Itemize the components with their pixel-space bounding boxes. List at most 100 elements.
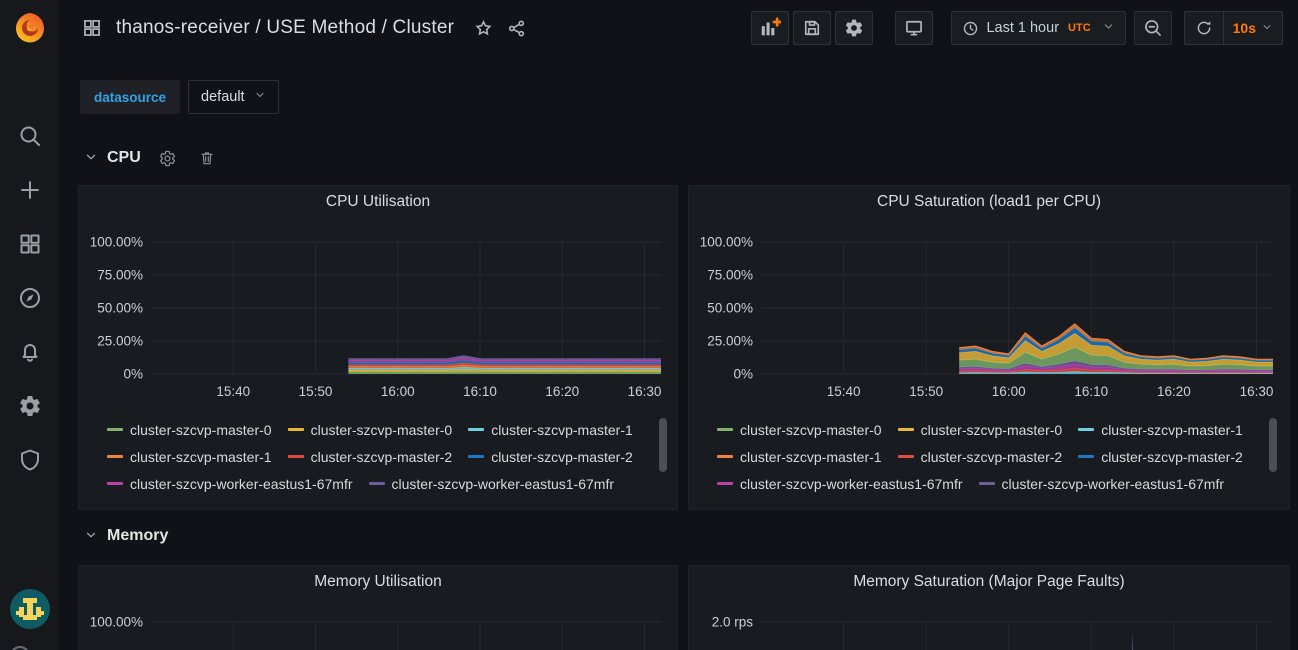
dashboards-icon[interactable]: [18, 232, 42, 256]
panel-memory-saturation: Memory Saturation (Major Page Faults) 0 …: [688, 565, 1290, 650]
explore-compass-icon[interactable]: [18, 286, 42, 310]
server-admin-shield-icon[interactable]: [18, 448, 42, 472]
share-icon[interactable]: [507, 19, 526, 38]
legend-item[interactable]: cluster-szcvp-master-1: [468, 422, 633, 438]
series-color-dash: [717, 428, 733, 431]
legend: cluster-szcvp-master-0 cluster-szcvp-mast…: [717, 416, 1265, 497]
dashboard-settings-button[interactable]: [835, 11, 873, 45]
submenu: datasource default: [80, 80, 1298, 114]
x-axis-label: 15:40: [216, 384, 250, 399]
panel-title[interactable]: Memory Saturation (Major Page Faults): [689, 573, 1289, 591]
legend-row: cluster-szcvp-worker-eastus1-67mfr cluste…: [717, 470, 1265, 497]
legend-item[interactable]: cluster-szcvp-master-0: [107, 422, 272, 438]
x-axis-label: 15:50: [299, 384, 333, 399]
y-axis-label: 75.00%: [97, 268, 143, 283]
x-axis-label: 15:50: [909, 384, 943, 399]
legend-item[interactable]: cluster-szcvp-worker-eastus1-67mfr: [107, 476, 353, 492]
legend-item[interactable]: cluster-szcvp-master-1: [107, 449, 272, 465]
panel-cpu-utilisation: CPU Utilisation 0%25.00%50.00%75.00%100.…: [78, 185, 678, 510]
series-color-dash: [107, 455, 123, 458]
x-axis-label: 16:20: [545, 384, 579, 399]
legend-item[interactable]: cluster-szcvp-master-2: [468, 449, 633, 465]
refresh-interval-dropdown[interactable]: 10s: [1224, 20, 1282, 36]
series-color-dash: [107, 428, 123, 431]
section-header-cpu: CPU: [84, 144, 1298, 172]
x-axis-label: 16:00: [992, 384, 1026, 399]
add-panel-button[interactable]: [751, 11, 789, 45]
chevron-down-icon[interactable]: [84, 528, 98, 545]
legend-row: cluster-szcvp-master-1 cluster-szcvp-mast…: [107, 443, 655, 470]
chevron-down-icon: [254, 89, 266, 105]
time-range-picker[interactable]: Last 1 hour UTC: [951, 11, 1125, 45]
legend-item[interactable]: cluster-szcvp-master-1: [1078, 422, 1243, 438]
refresh-button[interactable]: [1185, 12, 1223, 44]
legend-item[interactable]: cluster-szcvp-master-0: [717, 422, 882, 438]
zoom-out-time-button[interactable]: [1134, 11, 1172, 45]
row-delete-trash-icon[interactable]: [199, 150, 215, 166]
variable-datasource-dropdown[interactable]: default: [188, 80, 279, 114]
x-axis-label: 16:00: [381, 384, 415, 399]
x-axis-label: 16:10: [463, 384, 497, 399]
legend-item[interactable]: cluster-szcvp-master-0: [898, 422, 1063, 438]
y-axis-label: 100.00%: [90, 615, 143, 630]
save-dashboard-button[interactable]: [793, 11, 831, 45]
legend-scrollbar[interactable]: [1269, 418, 1277, 472]
dashboard-header: thanos-receiver / USE Method / Cluster: [60, 0, 1298, 56]
legend-item[interactable]: cluster-szcvp-master-2: [288, 449, 453, 465]
legend-item[interactable]: cluster-szcvp-worker-eastus1-67mfr: [717, 476, 963, 492]
clock-icon: [962, 20, 979, 37]
panel-memory-utilisation: Memory Utilisation 0%25.00%50.00%75.00%1…: [78, 565, 678, 650]
section-title-memory[interactable]: Memory: [107, 527, 168, 545]
series-color-dash: [1078, 428, 1094, 431]
legend-item[interactable]: cluster-szcvp-master-2: [1078, 449, 1243, 465]
row-settings-gear-icon[interactable]: [159, 150, 176, 167]
alerting-bell-icon[interactable]: [18, 340, 42, 364]
y-axis-label: 100.00%: [90, 235, 143, 250]
panel-title[interactable]: CPU Saturation (load1 per CPU): [689, 193, 1289, 211]
series-color-dash: [898, 455, 914, 458]
page-title: thanos-receiver / USE Method / Cluster: [116, 17, 454, 39]
configuration-gear-icon[interactable]: [18, 394, 42, 418]
x-axis-label: 16:20: [1157, 384, 1191, 399]
user-avatar[interactable]: [10, 589, 50, 632]
x-axis-label: 16:30: [628, 384, 662, 399]
series-area: [348, 356, 661, 361]
main-content: thanos-receiver / USE Method / Cluster: [60, 0, 1298, 650]
search-icon[interactable]: [18, 124, 42, 148]
panel-title[interactable]: Memory Utilisation: [79, 573, 677, 591]
legend-item[interactable]: cluster-szcvp-worker-eastus1-67mfr: [979, 476, 1225, 492]
y-axis-label: 25.00%: [707, 334, 753, 349]
chevron-down-icon: [1261, 20, 1273, 36]
y-axis-label: 25.00%: [97, 334, 143, 349]
cycle-view-mode-button[interactable]: [895, 11, 933, 45]
series-color-dash: [898, 428, 914, 431]
sidebar: [0, 0, 60, 650]
refresh-interval-label: 10s: [1233, 20, 1256, 36]
legend: cluster-szcvp-master-0 cluster-szcvp-mast…: [107, 416, 655, 497]
series-color-dash: [1078, 455, 1094, 458]
help-icon[interactable]: [10, 646, 30, 650]
panel-title[interactable]: CPU Utilisation: [79, 193, 677, 211]
series-color-dash: [979, 482, 995, 485]
chevron-down-icon: [1102, 20, 1115, 36]
grafana-logo[interactable]: [0, 0, 60, 56]
panel-cpu-saturation: CPU Saturation (load1 per CPU) 0%25.00%5…: [688, 185, 1290, 510]
star-icon[interactable]: [474, 19, 493, 38]
legend-item[interactable]: cluster-szcvp-worker-eastus1-67mfr: [369, 476, 615, 492]
chevron-down-icon[interactable]: [84, 150, 98, 167]
legend-item[interactable]: cluster-szcvp-master-2: [898, 449, 1063, 465]
legend-item[interactable]: cluster-szcvp-master-0: [288, 422, 453, 438]
legend-row: cluster-szcvp-master-0 cluster-szcvp-mast…: [717, 416, 1265, 443]
variable-datasource-label[interactable]: datasource: [80, 80, 180, 114]
time-range-label: Last 1 hour: [986, 20, 1059, 36]
dashboard-grid-icon[interactable]: [82, 18, 102, 38]
legend-row: cluster-szcvp-master-1 cluster-szcvp-mast…: [717, 443, 1265, 470]
legend-item[interactable]: cluster-szcvp-master-1: [717, 449, 882, 465]
y-axis-label: 50.00%: [707, 301, 753, 316]
create-plus-icon[interactable]: [18, 178, 42, 202]
dashboard-toolbar: Last 1 hour UTC 10s: [747, 11, 1283, 45]
x-axis-label: 15:40: [827, 384, 861, 399]
series-color-dash: [468, 428, 484, 431]
legend-scrollbar[interactable]: [659, 418, 667, 472]
section-title-cpu[interactable]: CPU: [107, 149, 141, 167]
